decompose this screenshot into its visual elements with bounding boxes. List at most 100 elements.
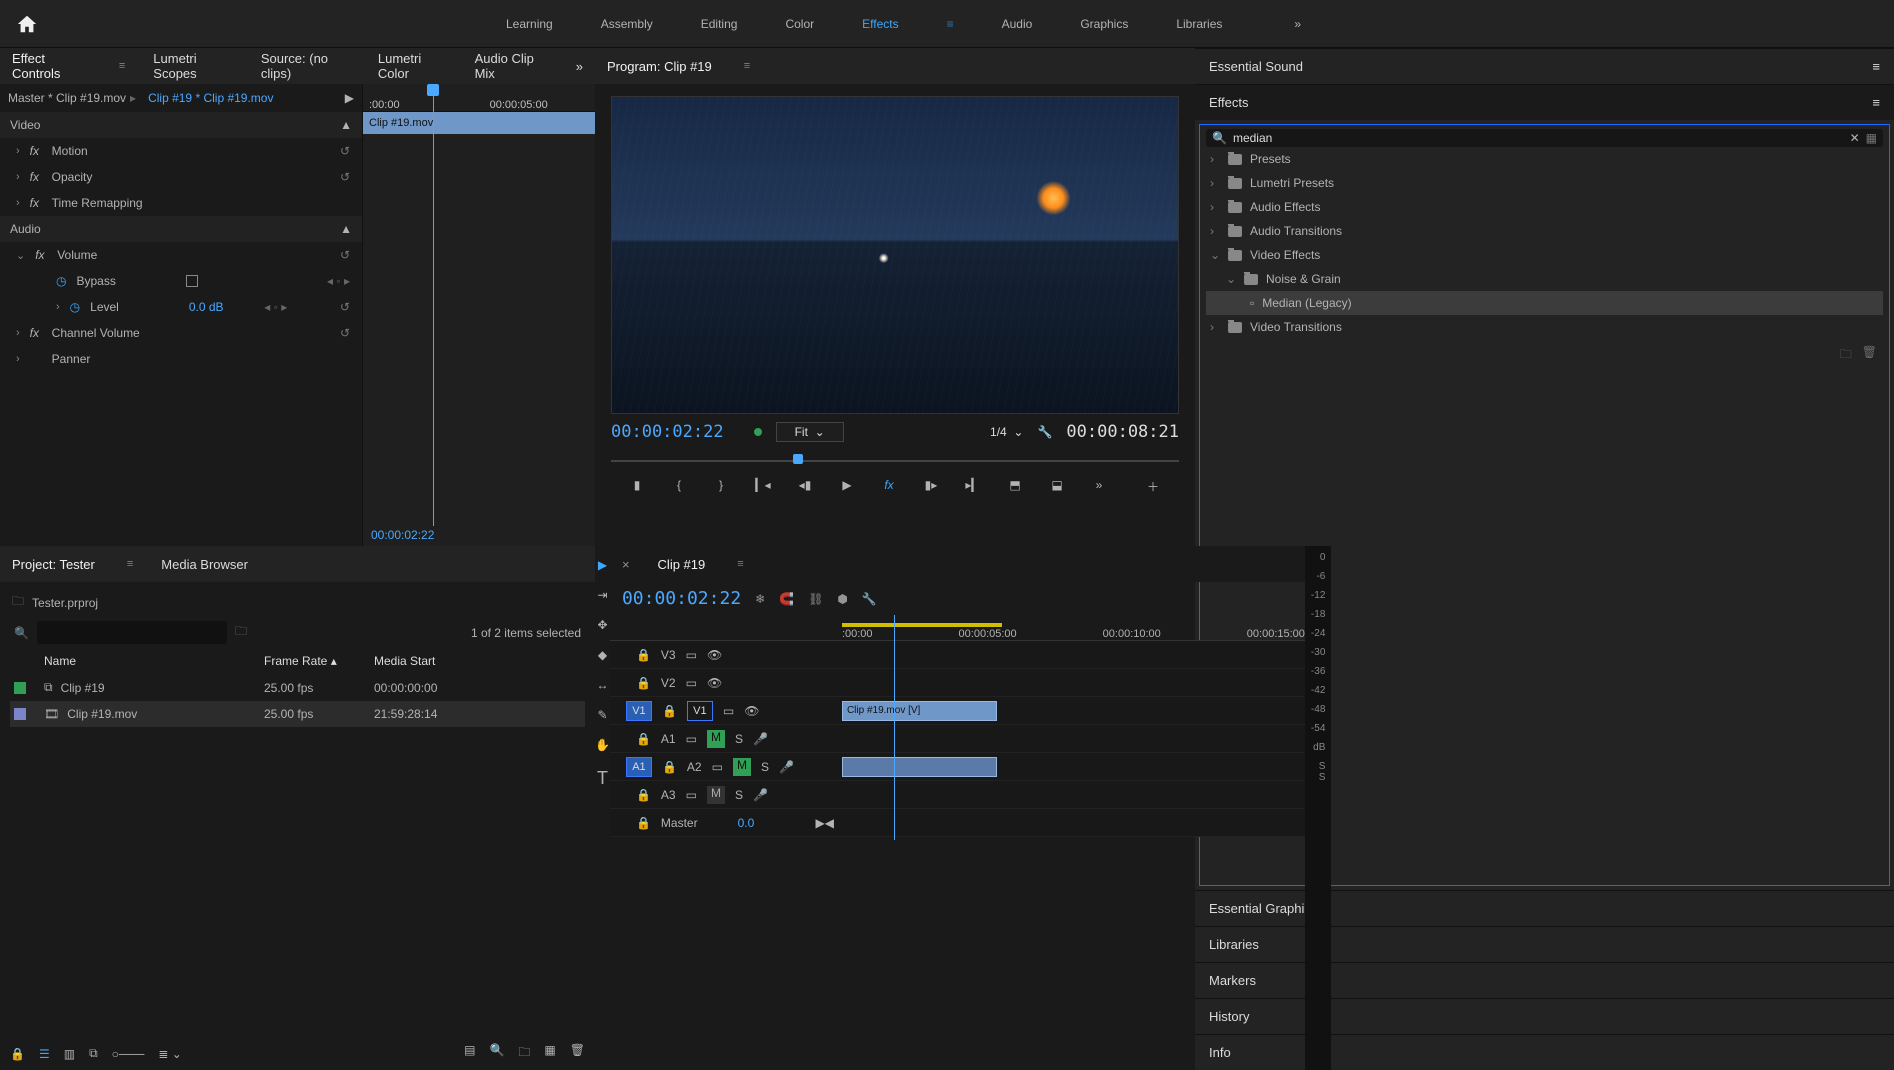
- hand-tool-icon[interactable]: ✋: [595, 738, 610, 752]
- tab-project[interactable]: Project: Tester: [12, 557, 95, 572]
- tab-effect-controls[interactable]: Effect Controls: [12, 51, 87, 81]
- ws-learning[interactable]: Learning: [506, 17, 553, 31]
- stopwatch-level-icon[interactable]: ◷: [70, 300, 80, 314]
- folder-video-effects[interactable]: Video Effects: [1250, 248, 1320, 262]
- src-a1[interactable]: A1: [626, 757, 652, 777]
- folder-audio-effects[interactable]: Audio Effects: [1250, 200, 1321, 214]
- track-v3[interactable]: V3: [661, 648, 676, 662]
- folder-noise-grain[interactable]: Noise & Grain: [1266, 272, 1341, 286]
- selection-tool-icon[interactable]: ▶: [598, 558, 607, 572]
- timeline-ruler[interactable]: :00:0000:00:05:0000:00:10:0000:00:15:00: [610, 615, 1305, 641]
- clear-search-icon[interactable]: ✕: [1850, 131, 1860, 145]
- prop-opacity[interactable]: Opacity: [52, 170, 93, 184]
- master-value[interactable]: 0.0: [738, 816, 755, 830]
- zoom-slider[interactable]: ○───: [112, 1047, 145, 1061]
- lock-icon[interactable]: 🔒: [636, 816, 651, 830]
- lock-icon[interactable]: 🔒: [662, 760, 677, 774]
- reset-chvol-icon[interactable]: ↺: [340, 326, 350, 340]
- ws-audio[interactable]: Audio: [1002, 17, 1033, 31]
- mute-a2[interactable]: M: [733, 758, 751, 776]
- voice-icon[interactable]: 🎤: [779, 760, 794, 774]
- close-seq-icon[interactable]: ×: [622, 557, 630, 572]
- toggle-output-icon[interactable]: ▭: [686, 648, 697, 662]
- linked-sel-icon[interactable]: ⛓: [808, 592, 823, 606]
- icon-view-icon[interactable]: ▥: [64, 1047, 75, 1061]
- filter-bin-icon[interactable]: 🗀: [235, 622, 247, 643]
- find-icon[interactable]: 🔍: [489, 1043, 504, 1064]
- audio-clip[interactable]: [842, 757, 997, 777]
- type-tool-icon[interactable]: T: [597, 768, 608, 789]
- fit-dropdown[interactable]: Fit ⌄: [776, 422, 844, 442]
- effect-median-legacy[interactable]: ▫Median (Legacy): [1206, 291, 1883, 315]
- lock-icon[interactable]: 🔒: [636, 648, 651, 662]
- project-row[interactable]: 🎞Clip #19.mov 25.00 fps 21:59:28:14: [10, 701, 585, 727]
- col-frame-rate[interactable]: Frame Rate ▴: [264, 654, 374, 668]
- solo-indicators[interactable]: S S: [1311, 761, 1325, 783]
- prop-level[interactable]: Level: [90, 300, 119, 314]
- program-tc-left[interactable]: 00:00:02:22: [611, 422, 724, 442]
- effects-tab[interactable]: Effects: [1209, 95, 1249, 110]
- ec-clip-bar[interactable]: Clip #19.mov: [363, 112, 595, 134]
- voice-icon[interactable]: 🎤: [753, 732, 768, 746]
- track-v1[interactable]: V1: [687, 701, 713, 721]
- track-v2[interactable]: V2: [661, 676, 676, 690]
- reset-opacity-icon[interactable]: ↺: [340, 170, 350, 184]
- eye-icon[interactable]: 👁: [707, 648, 722, 662]
- new-item-icon[interactable]: ▦: [544, 1043, 555, 1064]
- eye-icon[interactable]: 👁: [707, 676, 722, 690]
- go-out-icon[interactable]: ▸▎: [964, 478, 982, 495]
- res-dropdown[interactable]: 1/4 ⌄: [990, 425, 1023, 439]
- play-icon[interactable]: ▶: [838, 478, 856, 495]
- folder-audio-transitions[interactable]: Audio Transitions: [1250, 224, 1342, 238]
- automate-icon[interactable]: ▤: [464, 1043, 475, 1064]
- go-in-icon[interactable]: ▎◂: [754, 478, 772, 495]
- lock-icon[interactable]: 🔒: [636, 676, 651, 690]
- toggle-output-icon[interactable]: ▭: [686, 732, 697, 746]
- reset-motion-icon[interactable]: ↺: [340, 144, 350, 158]
- ws-color[interactable]: Color: [785, 17, 814, 31]
- col-media-start[interactable]: Media Start: [374, 654, 581, 668]
- timeline-tc[interactable]: 00:00:02:22: [622, 588, 741, 609]
- effects-menu-icon[interactable]: ≡: [1872, 95, 1880, 110]
- essential-sound-tab[interactable]: Essential Sound: [1209, 59, 1303, 74]
- folder-lumetri-presets[interactable]: Lumetri Presets: [1250, 176, 1334, 190]
- settings-icon[interactable]: 🔧: [862, 592, 877, 606]
- prop-panner[interactable]: Panner: [52, 352, 91, 366]
- mute-a3[interactable]: M: [707, 786, 725, 804]
- ws-libraries[interactable]: Libraries: [1176, 17, 1222, 31]
- fx-toggle-icon[interactable]: fx: [880, 478, 898, 495]
- solo-a1[interactable]: S: [735, 732, 743, 746]
- effects-search-input[interactable]: [1233, 131, 1844, 145]
- eye-icon[interactable]: 👁: [744, 704, 759, 718]
- toggle-output-icon[interactable]: ▭: [723, 704, 734, 718]
- tab-lumetri-scopes[interactable]: Lumetri Scopes: [153, 51, 233, 81]
- tab-source[interactable]: Source: (no clips): [261, 51, 350, 81]
- toggle-output-icon[interactable]: ▭: [712, 760, 723, 774]
- collapse-audio-icon[interactable]: ▲: [340, 222, 352, 236]
- new-bin-icon[interactable]: 🗀: [518, 1043, 530, 1064]
- razor-tool-icon[interactable]: ◆: [598, 648, 607, 662]
- ec-timecode[interactable]: 00:00:02:22: [371, 528, 434, 542]
- timeline-playhead[interactable]: [894, 615, 895, 840]
- new-bin-icon[interactable]: ▦: [1866, 131, 1877, 145]
- ec-playhead[interactable]: [433, 84, 434, 526]
- play-stop-icon[interactable]: ▶◀: [815, 816, 833, 830]
- sequence-tab[interactable]: Clip #19: [658, 557, 706, 572]
- marker-icon[interactable]: ⬢: [837, 592, 847, 606]
- program-viewer[interactable]: [611, 96, 1179, 414]
- mark-out-icon[interactable]: {: [670, 478, 688, 495]
- toggle-output-icon[interactable]: ▭: [686, 788, 697, 802]
- reset-level-icon[interactable]: ↺: [340, 300, 350, 314]
- track-a2[interactable]: A2: [687, 760, 702, 774]
- prop-motion[interactable]: Motion: [52, 144, 88, 158]
- ws-effects-menu-icon[interactable]: ≡: [947, 17, 954, 31]
- tab-lumetri-color[interactable]: Lumetri Color: [378, 51, 447, 81]
- overflow-icon[interactable]: »: [1294, 17, 1301, 31]
- ec-master-path[interactable]: Master * Clip #19.mov: [8, 91, 126, 105]
- prop-bypass[interactable]: Bypass: [76, 274, 115, 288]
- ws-effects[interactable]: Effects: [862, 17, 898, 31]
- project-search-input[interactable]: [37, 621, 227, 644]
- step-back-icon[interactable]: ◂▮: [796, 478, 814, 495]
- delete-bin-icon[interactable]: 🗑: [1862, 345, 1877, 366]
- ec-overflow-icon[interactable]: »: [576, 59, 583, 74]
